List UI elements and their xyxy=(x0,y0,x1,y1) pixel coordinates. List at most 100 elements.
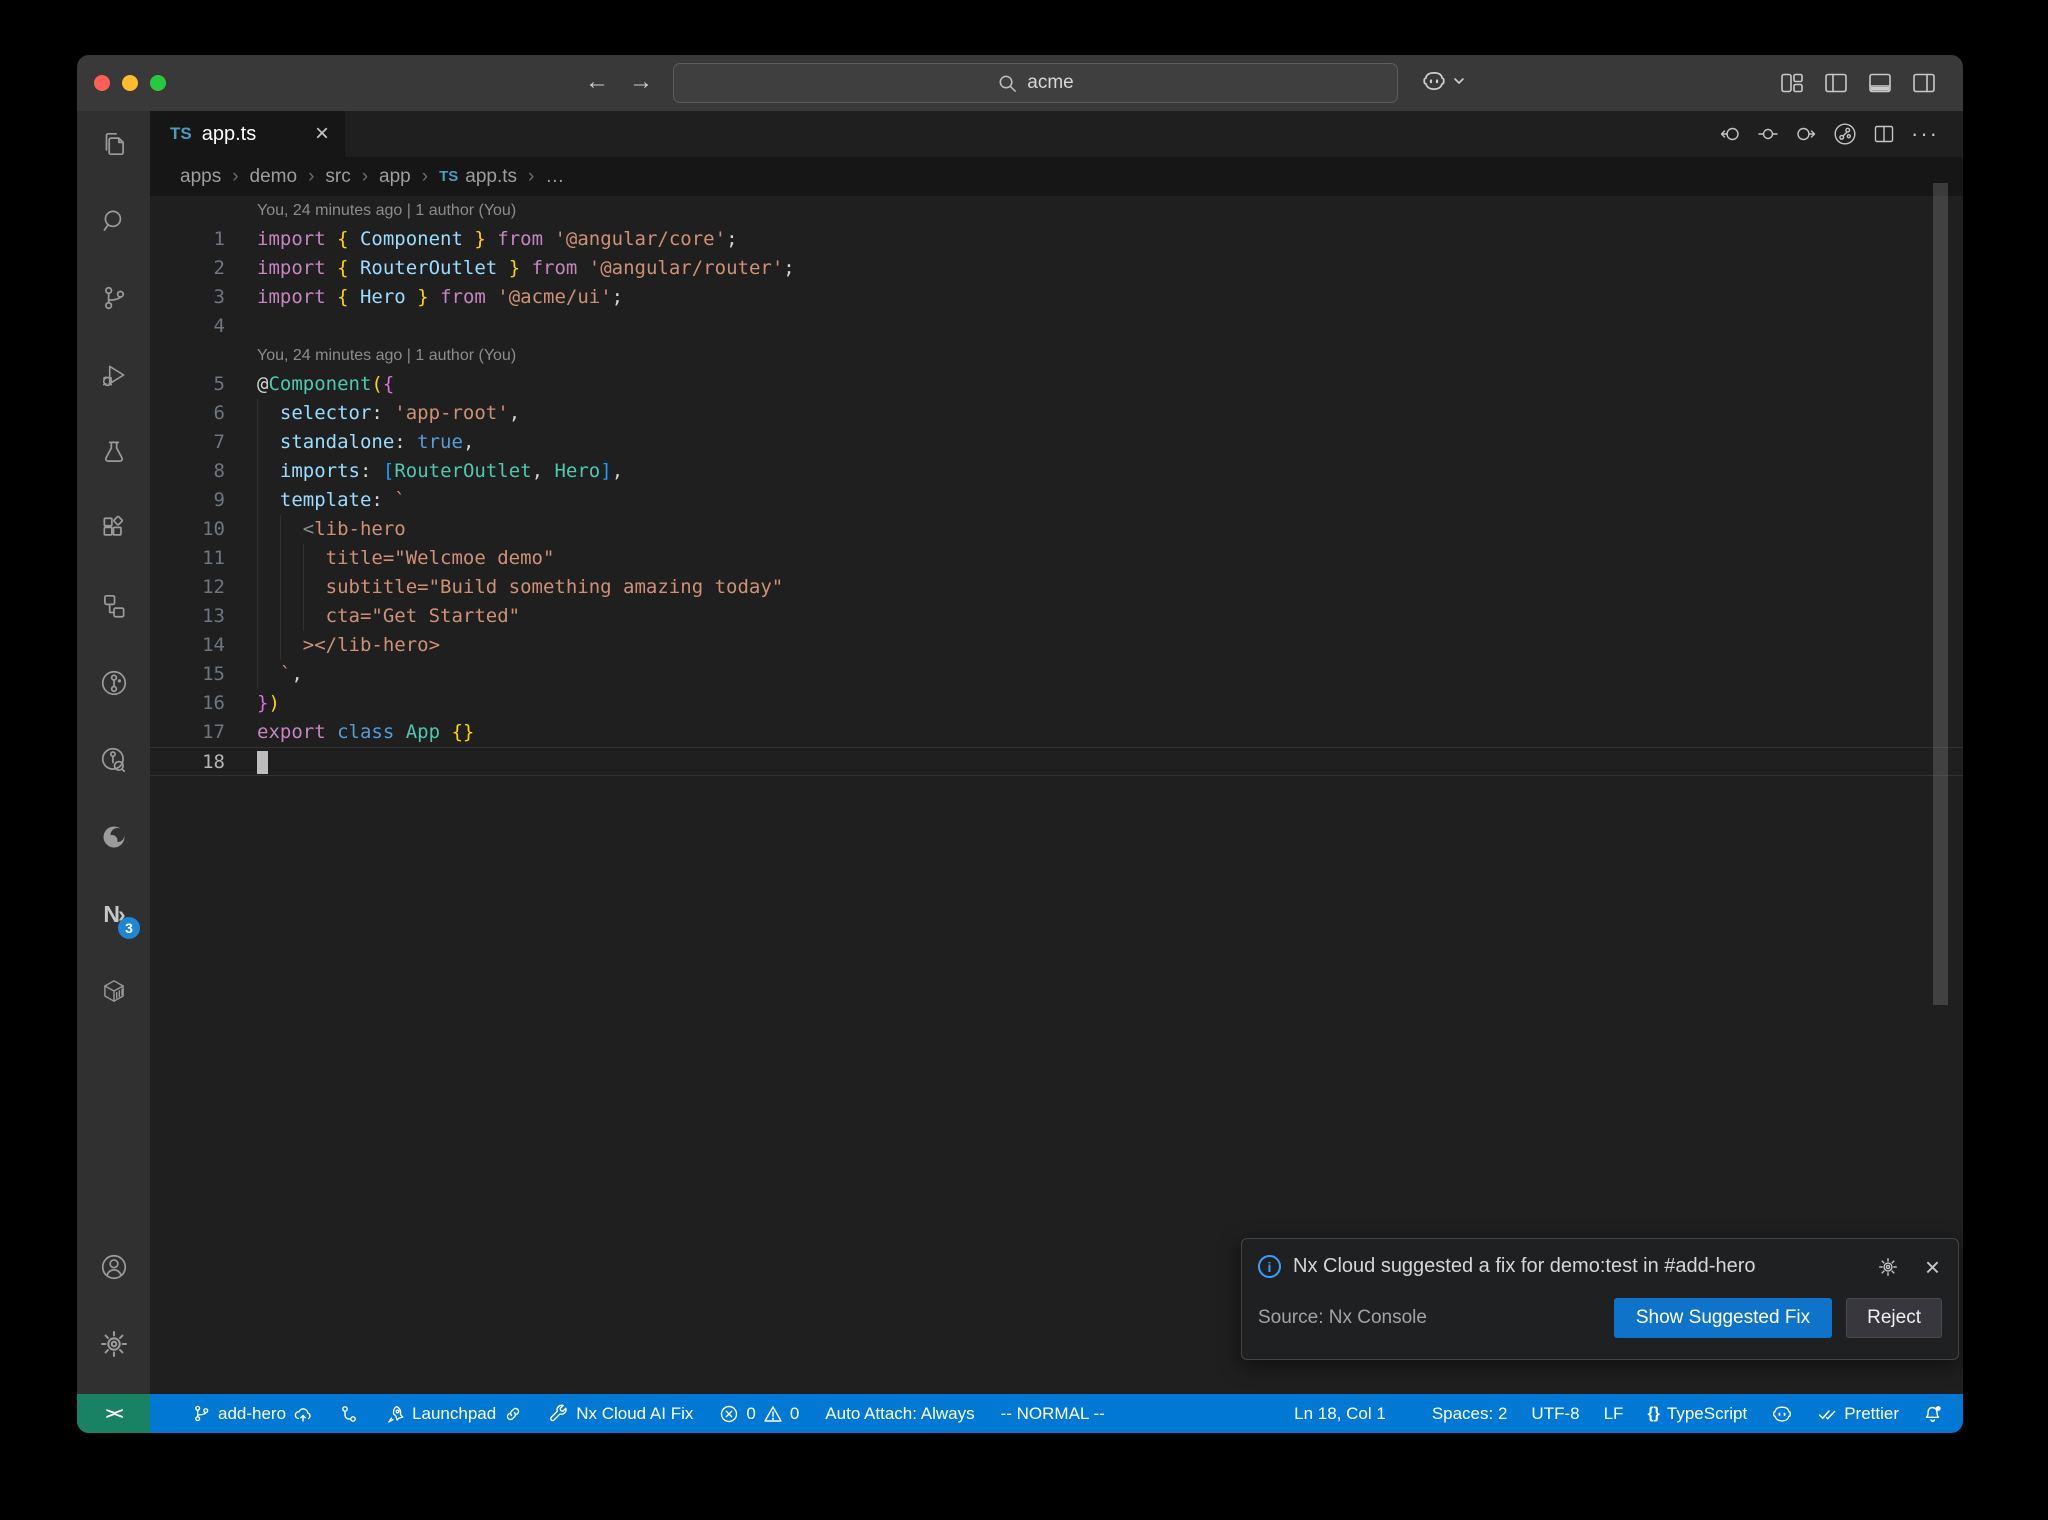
remote-indicator[interactable]: >< xyxy=(77,1394,150,1433)
code-line-1: 1 import { Component } from '@angular/cor… xyxy=(150,225,1963,254)
line-content: import { Hero } from '@acme/ui'; xyxy=(257,286,624,308)
codelens-annotation[interactable]: You, 24 minutes ago | 1 author (You) xyxy=(257,196,516,225)
status-item-launchpad[interactable]: Launchpad xyxy=(385,1404,523,1424)
status-item-eol[interactable]: LF xyxy=(1604,1404,1624,1424)
activity-item-accounts[interactable] xyxy=(77,1238,150,1296)
hierarchy-icon xyxy=(99,591,129,621)
panel-right-icon[interactable] xyxy=(1911,70,1937,96)
status-item-copilot[interactable] xyxy=(1771,1403,1793,1425)
status-item-notifications[interactable] xyxy=(1923,1404,1943,1424)
line-content: `, xyxy=(279,663,303,685)
nav-back-icon[interactable] xyxy=(1719,123,1741,145)
activity-item-edge-tools[interactable] xyxy=(77,808,150,866)
breadcrumb-item-apps[interactable]: apps xyxy=(180,166,221,188)
command-center-search[interactable]: acme xyxy=(673,63,1398,103)
status-item-auto-attach[interactable]: Auto Attach: Always xyxy=(825,1404,974,1424)
breadcrumb-label: demo xyxy=(249,165,298,187)
activity-item-gitlens[interactable] xyxy=(77,654,150,712)
status-item-nx-cloud-ai-fix[interactable]: Nx Cloud AI Fix xyxy=(549,1404,693,1424)
breadcrumb-label: app xyxy=(379,165,411,187)
activity-item-extensions[interactable] xyxy=(77,500,150,558)
history-forward-button[interactable]: → xyxy=(629,68,653,96)
activity-item-project-structure[interactable] xyxy=(77,577,150,635)
panel-left-icon[interactable] xyxy=(1823,70,1849,96)
code-line-9: 9 template: ` xyxy=(150,486,1963,515)
split-editor-icon[interactable] xyxy=(1873,123,1895,145)
status-item-vim-mode[interactable]: -- NORMAL -- xyxy=(1001,1404,1105,1424)
breadcrumb-item-appts[interactable]: TS app.ts xyxy=(439,166,517,188)
line-number: 17 xyxy=(202,721,225,743)
panel-bottom-icon[interactable] xyxy=(1867,70,1893,96)
more-actions-icon[interactable]: ··· xyxy=(1911,121,1939,147)
line-number: 5 xyxy=(213,373,225,395)
status-item-git-branch[interactable]: add-hero xyxy=(192,1404,313,1424)
breadcrumb-item-src[interactable]: src xyxy=(325,166,350,188)
reject-button[interactable]: Reject xyxy=(1846,1298,1942,1338)
extensions-icon xyxy=(99,514,129,544)
nav-position-icon[interactable] xyxy=(1757,123,1779,145)
line-number: 9 xyxy=(213,489,225,511)
activity-item-run-debug[interactable] xyxy=(77,346,150,404)
status-item-language-mode[interactable]: {} TypeScript xyxy=(1647,1404,1747,1424)
line-number: 13 xyxy=(202,605,225,627)
chevron-down-icon xyxy=(1452,74,1466,93)
activity-item-containers[interactable] xyxy=(77,962,150,1020)
search-icon xyxy=(997,73,1018,94)
vertical-scrollbar[interactable] xyxy=(1933,183,1948,1005)
activity-item-search[interactable] xyxy=(77,192,150,250)
activity-item-nx-console[interactable]: N› 3 xyxy=(77,885,150,943)
customize-layout-icon[interactable] xyxy=(1779,70,1805,96)
line-number: 7 xyxy=(213,431,225,453)
code-editor[interactable]: You, 24 minutes ago | 1 author (You) 1 imp… xyxy=(150,196,1963,1394)
title-bar: ← → acme xyxy=(77,55,1963,111)
line-number: 15 xyxy=(202,663,225,685)
code-line-17: 17 export class App {} xyxy=(150,718,1963,747)
gear-icon[interactable] xyxy=(1877,1256,1899,1278)
commit-graph-circle-icon[interactable] xyxy=(1833,122,1857,146)
maximize-window-button[interactable] xyxy=(150,75,166,91)
breadcrumb-item-demo[interactable]: demo xyxy=(250,166,298,188)
code-line-11: 11 title="Welcmoe demo" xyxy=(150,544,1963,573)
status-item-commit-graph[interactable] xyxy=(339,1404,359,1424)
history-back-button[interactable]: ← xyxy=(585,68,609,96)
line-content: export class App {} xyxy=(257,721,475,743)
branch-icon xyxy=(192,1404,211,1423)
nav-forward-icon[interactable] xyxy=(1795,123,1817,145)
status-item-encoding[interactable]: UTF-8 xyxy=(1531,1404,1579,1424)
close-window-button[interactable] xyxy=(94,75,110,91)
line-content: }) xyxy=(257,692,280,714)
code-line-6: 6 selector: 'app-root', xyxy=(150,399,1963,428)
status-label: Spaces: 2 xyxy=(1431,1403,1508,1423)
tab-app-ts[interactable]: TS app.ts × xyxy=(150,111,345,157)
activity-item-gitlens-inspect[interactable] xyxy=(77,731,150,789)
codelens-annotation[interactable]: You, 24 minutes ago | 1 author (You) xyxy=(257,341,516,370)
activity-item-source-control[interactable] xyxy=(77,269,150,327)
line-content: cta="Get Started" xyxy=(325,605,521,627)
status-label: add-hero xyxy=(218,1403,287,1423)
status-item-formatter[interactable]: Prettier xyxy=(1817,1404,1899,1424)
breadcrumb-separator: › xyxy=(308,165,315,187)
status-item-indentation[interactable]: Spaces: 2 xyxy=(1432,1404,1508,1424)
minimize-window-button[interactable] xyxy=(122,75,138,91)
status-label: -- NORMAL -- xyxy=(1000,1403,1105,1423)
breadcrumb: apps › demo › src › app › TS app.ts ›… xyxy=(150,157,1963,196)
activity-item-explorer[interactable] xyxy=(77,115,150,173)
line-content: ></lib-hero> xyxy=(302,634,441,656)
status-item-problems[interactable]: 00 xyxy=(719,1404,799,1424)
tab-strip: TS app.ts × ··· xyxy=(150,111,1963,157)
close-icon[interactable]: × xyxy=(1925,1254,1940,1280)
breadcrumb-item-[interactable]: … xyxy=(545,166,564,188)
activity-item-settings[interactable] xyxy=(77,1315,150,1373)
search-value: acme xyxy=(1027,72,1074,93)
close-icon[interactable]: × xyxy=(315,122,329,146)
activity-item-testing[interactable] xyxy=(77,423,150,481)
line-content: subtitle="Build something amazing today" xyxy=(325,576,784,598)
copilot-menu-button[interactable] xyxy=(1421,68,1466,99)
status-label: UTF-8 xyxy=(1531,1403,1580,1423)
breadcrumb-item-app[interactable]: app xyxy=(379,166,411,188)
breadcrumb-label: app.ts xyxy=(465,165,518,187)
vscode-window: ← → acme N› 3 TS app.ts × ··· apps › demo › s… xyxy=(77,55,1963,1433)
show-suggested-fix-button[interactable]: Show Suggested Fix xyxy=(1613,1298,1833,1338)
status-item-cursor-position[interactable]: Ln 18, Col 1 xyxy=(1294,1404,1386,1424)
line-content: template: ` xyxy=(279,489,406,511)
